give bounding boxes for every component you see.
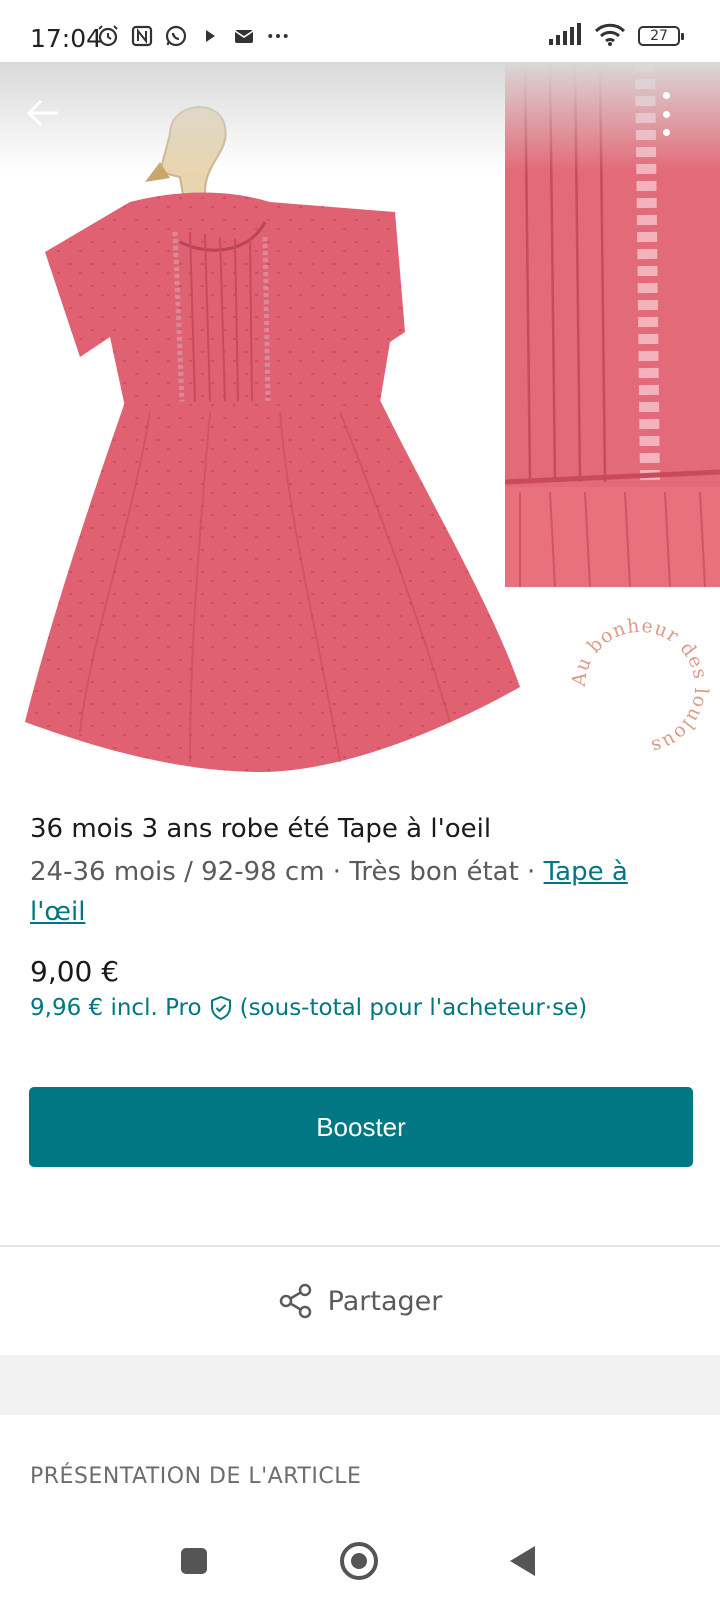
product-image-gallery[interactable]: Au bonheur des loulous [0, 62, 720, 775]
shield-check-icon [210, 995, 231, 1021]
signal-icon [548, 22, 582, 50]
wifi-icon [594, 22, 626, 50]
status-time: 17:04 [30, 24, 103, 53]
presentation-heading: PRÉSENTATION DE L'ARTICLE [30, 1464, 362, 1489]
arrow-left-icon [26, 99, 58, 127]
share-icon [279, 1283, 311, 1319]
status-bar: 17:04 27 [0, 0, 720, 62]
watermark: Au bonheur des loulous [570, 617, 710, 757]
more-options-button[interactable] [656, 92, 676, 136]
kebab-dot-icon [662, 110, 670, 118]
home-icon[interactable] [340, 1542, 378, 1580]
item-title: 36 mois 3 ans robe été Tape à l'oeil [30, 814, 492, 844]
status-system-icons: 27 [548, 22, 684, 50]
item-size-condition: 24-36 mois / 92-98 cm · Très bon état · [30, 857, 544, 887]
kebab-dot-icon [662, 129, 670, 136]
share-button[interactable]: Partager [0, 1247, 720, 1355]
price-incl-pro: 9,96 € incl. Pro [30, 995, 202, 1021]
play-icon [198, 24, 222, 48]
recent-apps-icon[interactable] [181, 1548, 207, 1574]
gallery-top-shade [0, 62, 720, 172]
battery-icon: 27 [638, 26, 684, 46]
section-separator [0, 1355, 720, 1415]
svg-text:Au bonheur des loulous: Au bonheur des loulous [570, 617, 710, 757]
item-meta: 24-36 mois / 92-98 cm · Très bon état · … [30, 852, 680, 932]
dress-photo [25, 106, 520, 772]
system-nav-bar [0, 1520, 720, 1600]
nfc-icon [130, 24, 154, 48]
back-button[interactable] [22, 92, 64, 134]
watermark-text: Au bonheur des loulous [570, 617, 710, 757]
back-triangle-icon[interactable] [510, 1546, 535, 1576]
share-label: Partager [327, 1285, 443, 1317]
whatsapp-icon [164, 24, 188, 48]
price-with-protection[interactable]: 9,96 € incl. Pro (sous-total pour l'ache… [30, 995, 587, 1021]
price-incl-note: (sous-total pour l'acheteur·se) [239, 995, 588, 1021]
item-price: 9,00 € [30, 955, 120, 988]
mail-icon [232, 24, 256, 48]
alarm-icon [96, 24, 120, 48]
kebab-dot-icon [662, 92, 670, 99]
booster-button[interactable]: Booster [29, 1087, 693, 1167]
status-notification-icons [96, 24, 290, 48]
more-dots-icon [266, 24, 290, 48]
